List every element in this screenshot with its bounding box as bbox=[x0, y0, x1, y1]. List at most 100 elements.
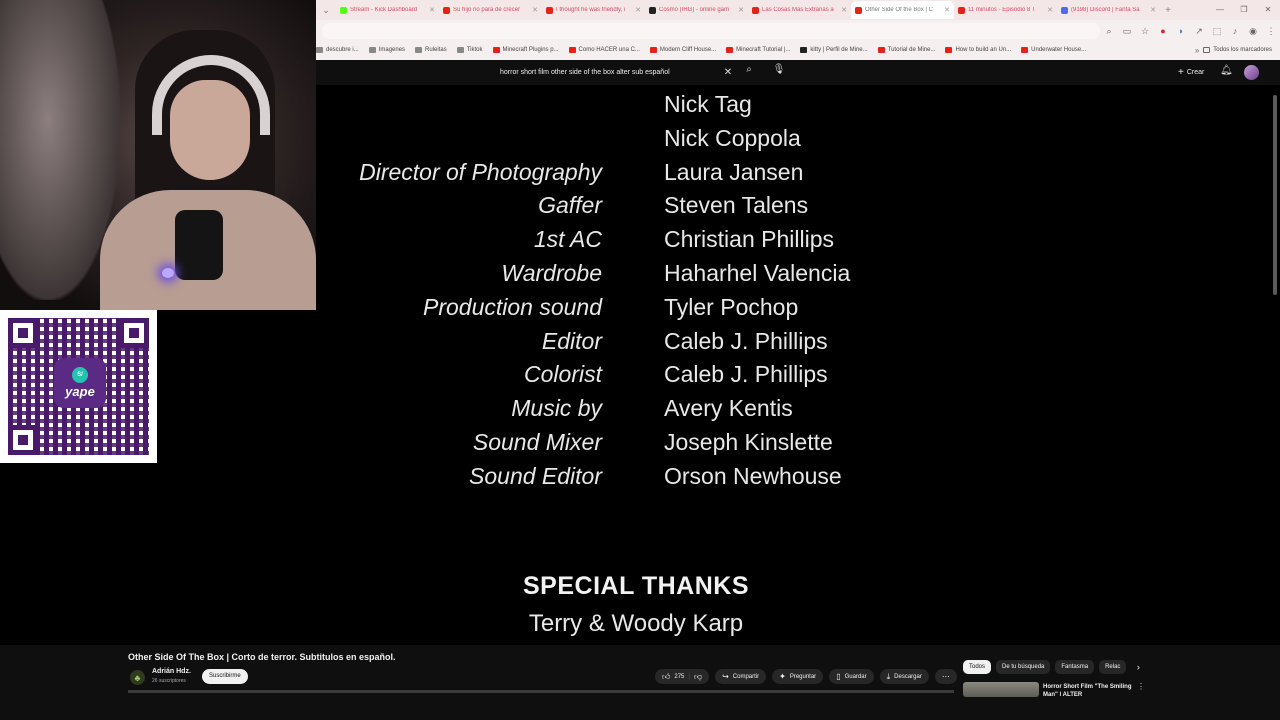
bookmark-item[interactable]: Como HACER una C... bbox=[568, 47, 640, 53]
bookmark-item[interactable]: Ruleitas bbox=[415, 47, 447, 53]
tab-label: (9198) Discord | Fanta Sa bbox=[1071, 7, 1140, 13]
credit-row: Music by Avery Kentis bbox=[316, 395, 1276, 429]
bookmark-favicon-icon bbox=[877, 47, 885, 53]
filter-chip[interactable]: Relac bbox=[1099, 660, 1127, 674]
browser-tab[interactable]: I thought he was friendly, i ✕ bbox=[542, 1, 645, 19]
tab-favicon-icon bbox=[855, 6, 862, 14]
yape-coin-icon: S/ bbox=[72, 367, 88, 383]
clear-search-icon[interactable]: ✕ bbox=[720, 67, 736, 78]
tab-close-icon[interactable]: ✕ bbox=[841, 6, 847, 14]
like-button[interactable]: 👍︎ 275 | 👎︎ bbox=[655, 669, 710, 684]
bookmark-item[interactable]: Tiktok bbox=[456, 47, 483, 53]
filter-chip[interactable]: Todos bbox=[963, 660, 992, 674]
tab-close-icon[interactable]: ✕ bbox=[944, 6, 950, 14]
tab-search-icon[interactable]: ⌄ bbox=[316, 5, 336, 16]
qr-finder-top-left bbox=[8, 318, 38, 348]
recommended-video-menu-icon[interactable]: ⋮ bbox=[1137, 682, 1145, 691]
bookmark-label: Minecraft Plugins p... bbox=[502, 47, 559, 53]
ask-button[interactable]: ✦ Preguntar bbox=[772, 669, 824, 684]
filter-chip[interactable]: De tu búsqueda bbox=[996, 660, 1051, 674]
zoom-icon[interactable]: ⌕ bbox=[1100, 26, 1118, 37]
credit-role: Sound Mixer bbox=[472, 429, 602, 455]
browser-tab[interactable]: Su hijo no para de crecer ✕ bbox=[439, 1, 542, 19]
download-button[interactable]: ⤓ Descargar bbox=[879, 669, 929, 684]
notifications-bell-icon[interactable]: 🔔︎ bbox=[1220, 65, 1233, 76]
share-button[interactable]: ↪ Compartir bbox=[715, 669, 767, 684]
opera-extension-icon[interactable]: ● bbox=[1154, 26, 1172, 36]
bookmark-favicon-icon bbox=[568, 47, 576, 53]
channel-avatar[interactable]: ♣ bbox=[130, 670, 145, 685]
bookmark-item[interactable]: kitty | Perfil de Mine... bbox=[800, 47, 868, 53]
bookmark-favicon-icon bbox=[649, 47, 657, 53]
tab-close-icon[interactable]: ✕ bbox=[635, 6, 641, 14]
minimize-icon[interactable]: — bbox=[1208, 0, 1232, 20]
address-bar[interactable] bbox=[322, 23, 1100, 39]
search-icon[interactable]: ⌕ bbox=[740, 64, 758, 81]
cast-icon[interactable]: ▭ bbox=[1118, 26, 1136, 37]
create-button[interactable]: + Crear bbox=[1172, 65, 1210, 80]
all-bookmarks-folder[interactable]: Todos los marcadores bbox=[1203, 47, 1272, 53]
tab-close-icon[interactable]: ✕ bbox=[1150, 6, 1156, 14]
tab-close-icon[interactable]: ✕ bbox=[738, 6, 744, 14]
channel-name[interactable]: Adrián Hdz. bbox=[152, 668, 191, 675]
bookmark-label: Como HACER una C... bbox=[578, 47, 640, 53]
media-icon[interactable]: ♪ bbox=[1226, 26, 1244, 36]
browser-menu-icon[interactable]: ⋮ bbox=[1262, 26, 1280, 37]
scrollbar-thumb[interactable] bbox=[1273, 95, 1277, 295]
bookmarks-overflow-icon[interactable]: » bbox=[1195, 46, 1199, 55]
video-player[interactable]: Nick Tag Nick Coppola Director of Photogra… bbox=[316, 85, 1280, 645]
tab-label: Las Cosas Más Extrañas a bbox=[762, 7, 834, 13]
user-avatar[interactable] bbox=[1244, 65, 1259, 80]
video-progress-bar[interactable] bbox=[128, 690, 954, 693]
chevron-right-icon[interactable]: › bbox=[1131, 662, 1145, 672]
download-label: Descargar bbox=[894, 673, 922, 680]
bookmark-item[interactable]: Imagenes bbox=[368, 47, 405, 53]
browser-chrome: ⌄ Stream - Kick Dashboard ✕ Su hijo no par… bbox=[316, 0, 1280, 60]
tab-close-icon[interactable]: ✕ bbox=[532, 6, 538, 14]
browser-tab[interactable]: (9198) Discord | Fanta Sa ✕ bbox=[1057, 1, 1160, 19]
bookmark-star-icon[interactable]: ☆ bbox=[1136, 26, 1154, 37]
microphone-icon[interactable]: 🎙︎ bbox=[770, 64, 788, 81]
browser-tab[interactable]: Las Cosas Más Extrañas a ✕ bbox=[748, 1, 851, 19]
subscribe-button[interactable]: Suscribirme bbox=[202, 669, 248, 684]
tab-favicon-icon bbox=[1061, 6, 1068, 14]
save-button[interactable]: ▯ Guardar bbox=[829, 669, 874, 684]
maximize-icon[interactable]: ❐ bbox=[1232, 0, 1256, 20]
credit-name: Avery Kentis bbox=[664, 395, 793, 422]
yape-qr-code: S/ yape bbox=[0, 310, 157, 463]
credit-name: Christian Phillips bbox=[664, 226, 835, 253]
credit-name: Nick Coppola bbox=[664, 124, 801, 151]
pin-extension-icon[interactable]: ↗ bbox=[1190, 26, 1208, 37]
video-details: Other Side Of The Box | Corto de terror.… bbox=[0, 645, 1280, 720]
recommended-video-thumbnail[interactable] bbox=[963, 682, 1039, 697]
new-tab-button[interactable]: + bbox=[1160, 5, 1176, 16]
profile-icon[interactable]: ◉ bbox=[1244, 26, 1262, 37]
tab-label: 11 minutos - Episodio 8 T bbox=[968, 7, 1036, 13]
bookmark-item[interactable]: Minecraft Plugins p... bbox=[492, 47, 559, 53]
video-progress-fill bbox=[128, 690, 954, 693]
audio-extension-icon[interactable]: ◗ bbox=[1172, 26, 1190, 36]
search-input[interactable]: horror short film other side of the box … bbox=[496, 64, 736, 81]
more-actions-button[interactable]: ⋯ bbox=[934, 669, 957, 684]
thumbs-down-icon[interactable]: 👎︎ bbox=[694, 672, 702, 682]
bookmark-item[interactable]: descubre i... bbox=[316, 47, 359, 53]
page-scrollbar[interactable] bbox=[1272, 85, 1278, 695]
recommended-video-title[interactable]: Horror Short Film "The Smiling Man" | AL… bbox=[1043, 683, 1135, 696]
close-window-icon[interactable]: ✕ bbox=[1256, 0, 1280, 20]
browser-tab[interactable]: Other Side Of the Box | C ✕ bbox=[851, 1, 954, 19]
bookmark-favicon-icon bbox=[800, 47, 808, 53]
browser-tab[interactable]: 11 minutos - Episodio 8 T ✕ bbox=[954, 1, 1057, 19]
tab-label: Stream - Kick Dashboard bbox=[350, 7, 418, 13]
bookmark-item[interactable]: Minecraft Tutorial |... bbox=[726, 47, 790, 53]
bookmark-item[interactable]: Modern Cliff House... bbox=[649, 47, 716, 53]
browser-tab[interactable]: Cosmo (IRG) - online gam ✕ bbox=[645, 1, 748, 19]
bookmark-item[interactable]: How to build an Un... bbox=[945, 47, 1011, 53]
browser-tab[interactable]: Stream - Kick Dashboard ✕ bbox=[336, 1, 439, 19]
extensions-puzzle-icon[interactable]: ⬚ bbox=[1208, 26, 1226, 37]
credit-role: Colorist bbox=[524, 361, 602, 388]
filter-chip[interactable]: Fantasma bbox=[1055, 660, 1095, 674]
tab-close-icon[interactable]: ✕ bbox=[429, 6, 435, 14]
tab-close-icon[interactable]: ✕ bbox=[1047, 6, 1053, 14]
bookmark-item[interactable]: Underwater House... bbox=[1021, 47, 1086, 53]
bookmark-item[interactable]: Tutorial de Mine... bbox=[877, 47, 935, 53]
